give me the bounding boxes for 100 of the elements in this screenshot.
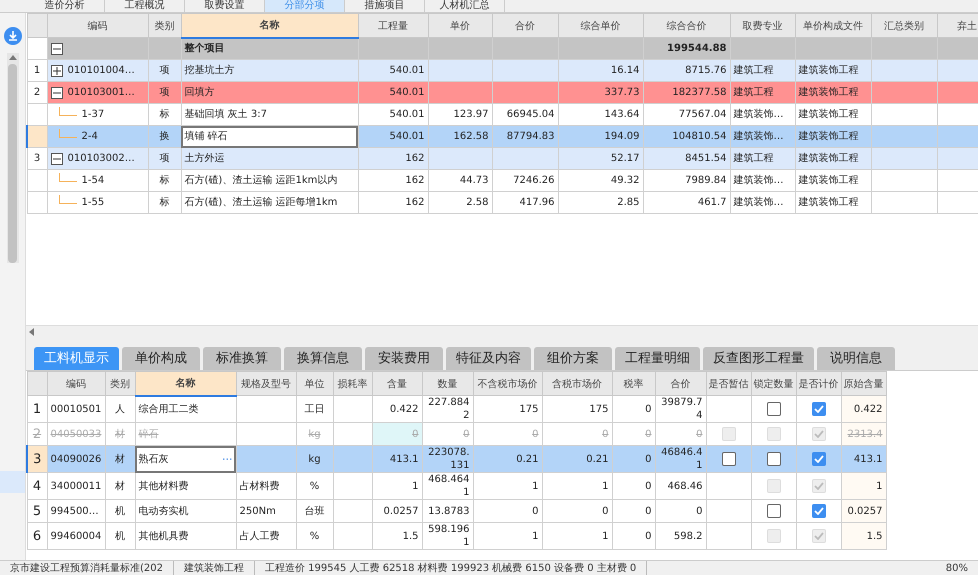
table-cell: 材	[105, 422, 135, 446]
collapse-toggle[interactable]	[50, 152, 62, 164]
table-cell: 1	[542, 472, 612, 500]
checkbox[interactable]	[812, 504, 826, 518]
table-cell: 电动夯实机	[135, 500, 236, 522]
column-header[interactable]: 含量	[372, 372, 422, 396]
column-header[interactable]: 取费专业	[730, 14, 795, 38]
scroll-up-icon[interactable]	[8, 55, 16, 60]
table-cell: 413.1	[372, 446, 422, 472]
code-text: 010103002…	[68, 152, 135, 165]
column-header[interactable]: 名称	[181, 14, 358, 38]
table-cell: 换	[148, 126, 181, 148]
table-cell: 建筑工程	[730, 60, 795, 82]
table-cell: 8451.54	[643, 148, 730, 170]
column-header[interactable]: 编码	[47, 14, 148, 38]
column-header[interactable]: 类别	[148, 14, 181, 38]
table-cell: 52.17	[558, 148, 643, 170]
table-cell: 0.422	[841, 396, 886, 422]
table-cell: 99460004	[47, 522, 105, 550]
column-header[interactable]: 含税市场价	[542, 372, 612, 396]
table-cell: 石方(碴)、渣土运输 运距每增1km	[181, 192, 358, 214]
expand-toggle[interactable]	[50, 64, 62, 76]
table-cell: 162.58	[428, 126, 492, 148]
status-text: 工程造价 199545 人工费 62518 材料费 199923 机械费 6150 设备费 0 主材费 0	[255, 561, 648, 575]
table-cell: 994500…	[47, 500, 105, 522]
checkbox[interactable]	[812, 452, 826, 466]
column-header[interactable]: 是否暂估	[706, 372, 751, 396]
status-text: 建筑装饰工程	[174, 561, 255, 575]
column-header[interactable]: 合价	[655, 372, 706, 396]
table-cell: %	[296, 472, 333, 500]
table-cell: 挖基坑土方	[181, 60, 358, 82]
tab[interactable]: 特征及内容	[446, 347, 531, 370]
collapse-toggle[interactable]	[50, 86, 62, 98]
column-header[interactable]: 数量	[422, 372, 473, 396]
checkbox[interactable]	[812, 402, 826, 416]
code-text: 1-37	[82, 108, 104, 121]
table-cell: 1	[841, 472, 886, 500]
table-cell: 143.64	[558, 104, 643, 126]
table-cell: 04090026	[47, 446, 105, 472]
column-header[interactable]: 综合合价	[643, 14, 730, 38]
tab[interactable]: 标准换算	[203, 347, 281, 370]
row-number: 3	[27, 148, 47, 170]
table-cell: 8715.76	[643, 60, 730, 82]
table-cell: 175	[473, 396, 542, 422]
column-header[interactable]: 规格及型号	[236, 372, 296, 396]
column-header[interactable]: 税率	[612, 372, 655, 396]
column-header[interactable]: 合价	[492, 14, 558, 38]
table-cell: 回填方	[181, 82, 358, 104]
column-header[interactable]: 单价构成文件	[795, 14, 871, 38]
column-header[interactable]: 原始含量	[841, 372, 886, 396]
column-header[interactable]: 工程量	[358, 14, 428, 38]
column-header[interactable]: 综合单价	[558, 14, 643, 38]
tab[interactable]: 单价构成	[122, 347, 200, 370]
download-icon[interactable]	[4, 27, 22, 45]
table-cell: 建筑工程	[730, 148, 795, 170]
table-cell: 13.8783	[422, 500, 473, 522]
column-header[interactable]: 弃土	[937, 14, 978, 38]
table-cell: kg	[296, 422, 333, 446]
table-cell: 413.1	[841, 446, 886, 472]
table-cell: 0.422	[372, 396, 422, 422]
tab[interactable]: 组价方案	[534, 347, 612, 370]
column-header[interactable]: 单价	[428, 14, 492, 38]
tab[interactable]: 工程量明细	[615, 347, 700, 370]
checkbox[interactable]	[722, 452, 736, 466]
table-cell: 0	[473, 500, 542, 522]
tab[interactable]: 安装费用	[365, 347, 443, 370]
checkbox[interactable]	[766, 402, 780, 416]
table-cell: 人	[105, 396, 135, 422]
column-header[interactable]: 损耗率	[333, 372, 372, 396]
column-header[interactable]: 是否计价	[796, 372, 841, 396]
scrollbar[interactable]	[6, 53, 18, 263]
checkbox[interactable]	[766, 452, 780, 466]
scroll-left-icon[interactable]	[29, 328, 34, 336]
tab[interactable]: 说明信息	[817, 347, 895, 370]
table-cell: 标	[148, 170, 181, 192]
code-text: 010101004…	[68, 64, 135, 77]
zoom-level: 80%	[944, 562, 969, 574]
table-cell: 0	[473, 422, 542, 446]
table-cell: 土方外运	[181, 148, 358, 170]
table-cell: 46846.41	[655, 446, 706, 472]
more-button[interactable]: ···	[222, 452, 232, 466]
table-cell: 石方(碴)、渣土运输 运距1km以内	[181, 170, 358, 192]
table-cell: 0	[612, 522, 655, 550]
table-cell: 基础回填 灰土 3:7	[181, 104, 358, 126]
column-header[interactable]: 单位	[296, 372, 333, 396]
table-cell: 项	[148, 82, 181, 104]
column-header[interactable]: 编码	[47, 372, 105, 396]
tab[interactable]: 换算信息	[284, 347, 362, 370]
column-header[interactable]: 锁定数量	[751, 372, 796, 396]
table-cell: 建筑装饰…	[730, 104, 795, 126]
column-header[interactable]: 类别	[105, 372, 135, 396]
tab[interactable]: 反查图形工程量	[703, 347, 814, 370]
checkbox[interactable]	[766, 504, 780, 518]
table-cell: 占材料费	[236, 472, 296, 500]
column-header[interactable]: 汇总类别	[871, 14, 937, 38]
column-header[interactable]: 名称	[135, 372, 236, 396]
collapse-toggle[interactable]	[50, 42, 62, 54]
horizontal-scrollbar[interactable]	[26, 325, 978, 338]
table-cell: 66945.04	[492, 104, 558, 126]
column-header[interactable]: 不含税市场价	[473, 372, 542, 396]
